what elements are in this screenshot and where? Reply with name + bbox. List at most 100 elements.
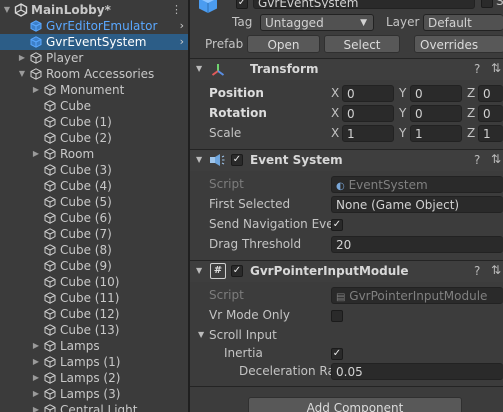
scale-x-field[interactable]: 1 <box>342 125 394 142</box>
prefab-open-chevron-icon[interactable]: › <box>180 34 184 50</box>
collapse-arrow-icon[interactable]: ▼ <box>198 330 204 339</box>
hierarchy-group-item[interactable]: ▶ Lamps (1) <box>0 354 188 370</box>
rotation-z-field[interactable]: 0 <box>478 105 503 122</box>
hierarchy-item[interactable]: Cube (2) <box>0 130 188 146</box>
collapsed-arrow-icon[interactable]: ▶ <box>31 386 41 402</box>
send-navigation-checkbox[interactable]: ✓ <box>331 219 343 231</box>
hierarchy-item[interactable]: Cube (7) <box>0 226 188 242</box>
axis-x-label: X <box>331 126 340 140</box>
gameobject-cube-icon <box>44 212 56 224</box>
hierarchy-item[interactable]: Cube <box>0 98 188 114</box>
hierarchy-item[interactable]: Cube (11) <box>0 290 188 306</box>
tag-dropdown[interactable]: Untagged ▼ <box>260 14 374 31</box>
hierarchy-group-item[interactable]: ▼ Room Accessories <box>0 66 188 82</box>
collapsed-arrow-icon[interactable]: ▶ <box>31 354 41 370</box>
scene-row[interactable]: ▼ MainLobby* ⋮ <box>0 2 188 18</box>
event-system-header[interactable]: ▼ ✓ Event System ? ⇅ <box>190 149 503 171</box>
object-name-field[interactable]: GvrEventSystem <box>253 0 475 9</box>
expand-arrow-icon[interactable]: ▼ <box>17 66 27 82</box>
collapsed-arrow-icon[interactable]: ▶ <box>17 50 27 66</box>
help-icon[interactable]: ? <box>474 264 480 278</box>
drag-threshold-field[interactable]: 20 <box>331 236 503 253</box>
help-icon[interactable]: ? <box>474 153 480 167</box>
hierarchy-group-item[interactable]: ▶ Lamps (3) <box>0 386 188 402</box>
hierarchy-item-label: GvrEditorEmulator <box>46 19 158 33</box>
collapse-arrow-icon[interactable]: ▼ <box>196 266 202 275</box>
hierarchy-group-item[interactable]: ▶ Player <box>0 50 188 66</box>
inertia-checkbox[interactable]: ✓ <box>331 348 343 360</box>
gameobject-cube-icon <box>44 180 56 192</box>
divider <box>190 386 503 387</box>
vr-mode-checkbox[interactable] <box>331 310 343 322</box>
rotation-x-field[interactable]: 0 <box>342 105 394 122</box>
prefab-cube-icon <box>199 0 217 13</box>
prefab-select-button[interactable]: Select <box>324 35 400 53</box>
position-x-field[interactable]: 0 <box>342 85 394 102</box>
scale-z-field[interactable]: 1 <box>478 125 503 142</box>
hierarchy-item[interactable]: Cube (13) <box>0 322 188 338</box>
gameobject-cube-icon <box>44 324 56 336</box>
collapsed-arrow-icon[interactable]: ▶ <box>31 402 41 412</box>
gameobject-cube-icon <box>30 52 42 64</box>
hierarchy-group-item[interactable]: ▶ Room <box>0 146 188 162</box>
axis-x-label: X <box>331 86 340 100</box>
more-options-icon[interactable]: ⋮ <box>171 2 182 18</box>
gameobject-cube-icon <box>44 308 56 320</box>
unity-scene-icon <box>14 3 28 17</box>
hierarchy-item[interactable]: Cube (9) <box>0 258 188 274</box>
preset-icon[interactable]: ⇅ <box>491 263 501 277</box>
pointer-module-enabled-checkbox[interactable]: ✓ <box>231 265 243 277</box>
vr-mode-label: Vr Mode Only <box>209 308 290 322</box>
rotation-y-field[interactable]: 0 <box>410 105 462 122</box>
hierarchy-item[interactable]: Cube (3) <box>0 162 188 178</box>
preset-icon[interactable]: ⇅ <box>491 152 501 166</box>
gameobject-cube-icon <box>44 372 56 384</box>
expand-arrow-icon[interactable]: ▼ <box>2 2 12 18</box>
prefab-cube-icon <box>30 36 42 48</box>
hierarchy-item-label: Room <box>60 147 95 161</box>
hierarchy-item[interactable]: Cube (12) <box>0 306 188 322</box>
hierarchy-group-item[interactable]: ▶ Central Light <box>0 402 188 412</box>
gameobject-cube-icon <box>44 340 56 352</box>
hierarchy-item[interactable]: Cube (1) <box>0 114 188 130</box>
hierarchy-group-item[interactable]: ▶ Lamps <box>0 338 188 354</box>
axis-z-label: Z <box>467 86 476 100</box>
position-z-field[interactable]: 0 <box>478 85 503 102</box>
static-checkbox[interactable] <box>481 0 493 8</box>
add-component-button[interactable]: Add Component <box>248 397 462 412</box>
transform-header[interactable]: ▼ Transform ? ⇅ <box>190 58 503 80</box>
prefab-open-chevron-icon[interactable]: › <box>180 18 184 34</box>
collapse-arrow-icon[interactable]: ▼ <box>196 64 202 73</box>
hierarchy-item[interactable]: Cube (10) <box>0 274 188 290</box>
inertia-label: Inertia <box>224 346 263 360</box>
prefab-open-button[interactable]: Open <box>247 35 320 53</box>
rotation-label: Rotation <box>209 106 267 120</box>
hierarchy-item[interactable]: GvrEditorEmulator › <box>0 18 188 34</box>
collapse-arrow-icon[interactable]: ▼ <box>196 155 202 164</box>
deceleration-field[interactable]: 0.05 <box>331 363 503 380</box>
layer-dropdown[interactable]: Default <box>423 14 503 31</box>
event-system-enabled-checkbox[interactable]: ✓ <box>231 154 243 166</box>
hierarchy-group-item[interactable]: ▶ Lamps (2) <box>0 370 188 386</box>
collapsed-arrow-icon[interactable]: ▶ <box>31 338 41 354</box>
script-value: GvrPointerInputModule <box>349 289 488 303</box>
scale-y-field[interactable]: 1 <box>410 125 462 142</box>
hierarchy-item[interactable]: Cube (4) <box>0 178 188 194</box>
first-selected-field[interactable]: None (Game Object) <box>331 196 503 213</box>
collapsed-arrow-icon[interactable]: ▶ <box>31 146 41 162</box>
pointer-module-header[interactable]: ▼ # ✓ GvrPointerInputModule ? ⇅ <box>190 260 503 282</box>
hierarchy-item[interactable]: GvrEventSystem › <box>0 34 188 50</box>
collapsed-arrow-icon[interactable]: ▶ <box>31 82 41 98</box>
hierarchy-item[interactable]: Cube (6) <box>0 210 188 226</box>
help-icon[interactable]: ? <box>474 62 480 76</box>
active-checkbox[interactable]: ✓ <box>236 0 248 9</box>
hierarchy-item[interactable]: Cube (5) <box>0 194 188 210</box>
prefab-overrides-dropdown[interactable]: Overrides <box>414 35 503 53</box>
preset-icon[interactable]: ⇅ <box>491 61 501 75</box>
hierarchy-group-item[interactable]: ▶ Monument <box>0 82 188 98</box>
collapsed-arrow-icon[interactable]: ▶ <box>31 370 41 386</box>
hierarchy-item[interactable]: Cube (8) <box>0 242 188 258</box>
hierarchy-item-label: Player <box>46 51 84 65</box>
position-y-field[interactable]: 0 <box>410 85 462 102</box>
script-icon: ◐ <box>336 181 345 192</box>
